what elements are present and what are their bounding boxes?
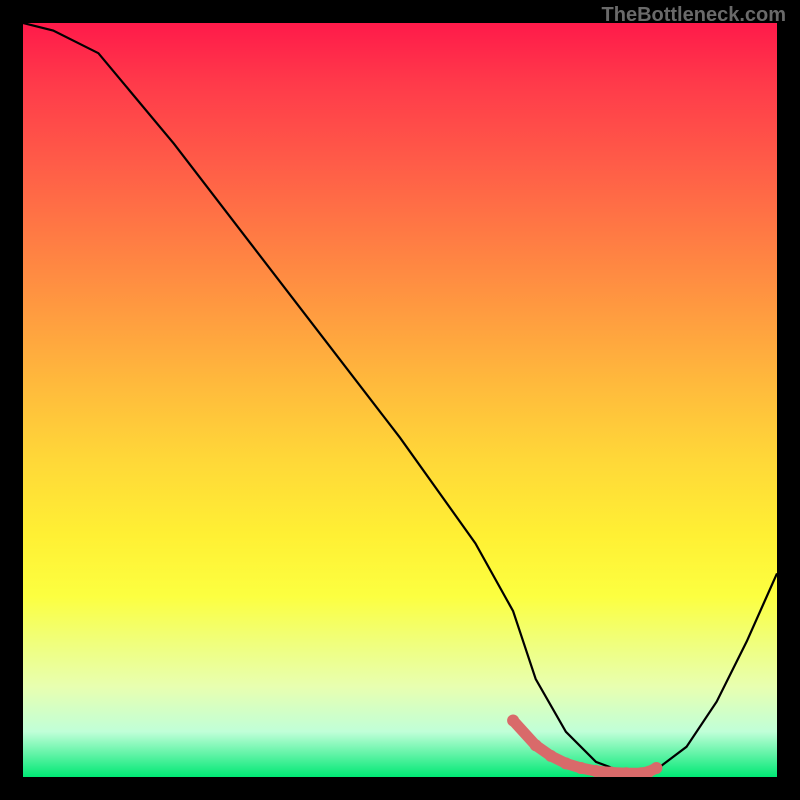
plot-area (23, 23, 777, 777)
marker-group (507, 715, 662, 778)
marker-point (507, 715, 519, 727)
marker-point (560, 757, 572, 769)
marker-point (590, 765, 602, 777)
curve-line (23, 23, 777, 773)
marker-point (650, 762, 662, 774)
watermark-text: TheBottleneck.com (602, 4, 786, 27)
marker-point (530, 739, 542, 751)
chart-svg (23, 23, 777, 777)
marker-point (545, 750, 557, 762)
marker-point (575, 762, 587, 774)
